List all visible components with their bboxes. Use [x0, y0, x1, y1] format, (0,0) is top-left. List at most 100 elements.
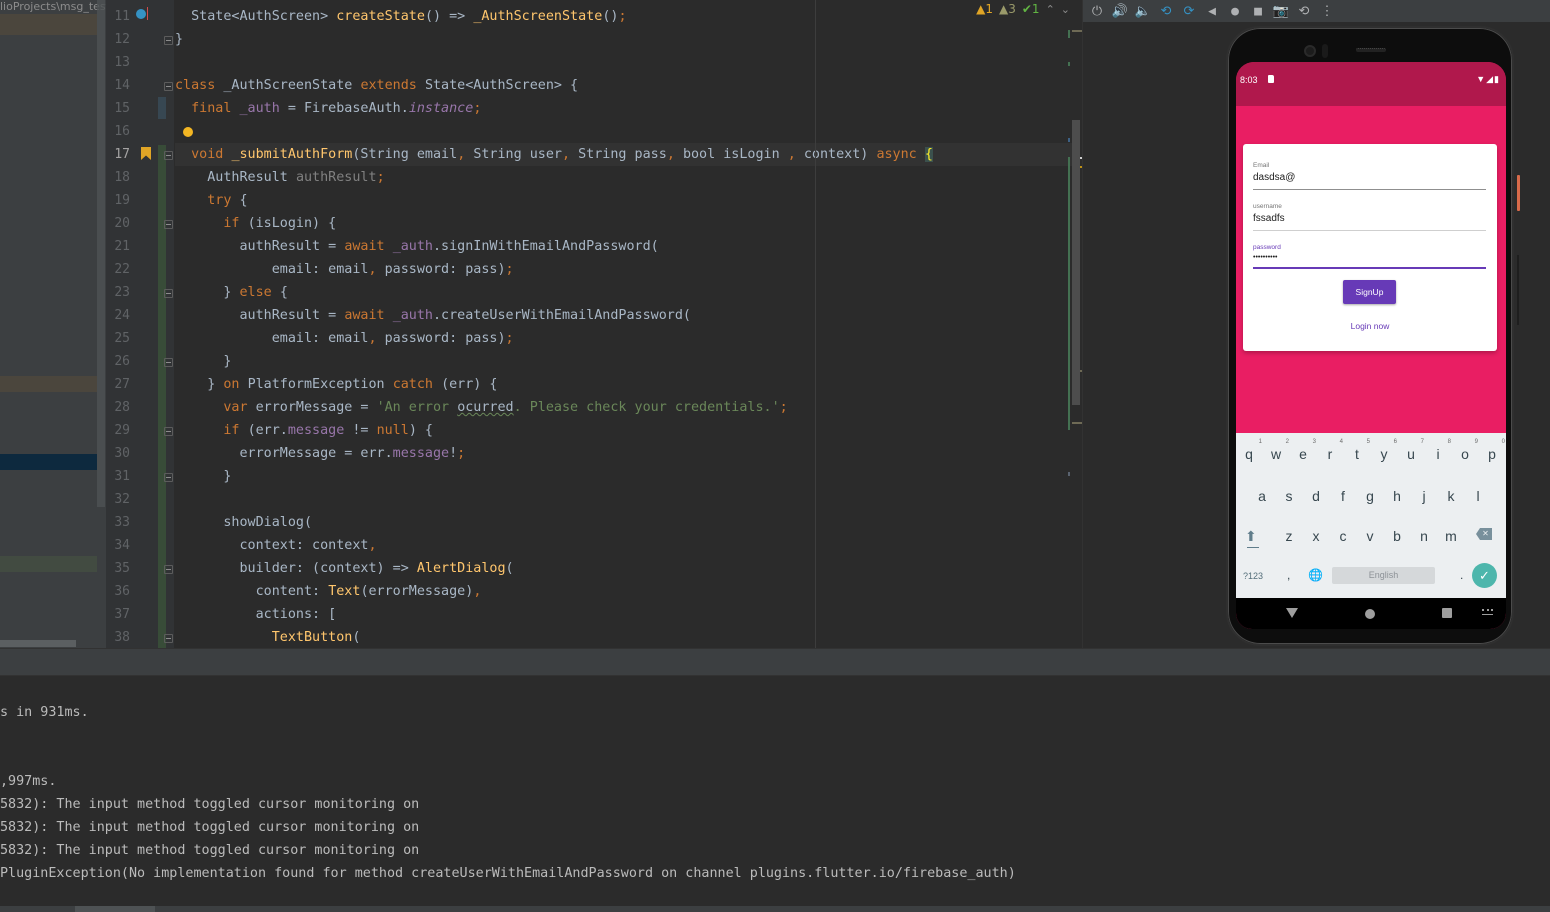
error-count[interactable]: ▲1: [976, 2, 993, 16]
code-line[interactable]: State<AuthScreen> createState() => _Auth…: [175, 5, 1075, 28]
project-panel-scrollbar[interactable]: [97, 0, 105, 507]
fold-toggle[interactable]: [164, 473, 173, 482]
snapshot-icon[interactable]: ⟲: [1296, 3, 1312, 19]
fold-toggle[interactable]: [164, 358, 173, 367]
key-e[interactable]: e3: [1293, 439, 1316, 462]
code-line[interactable]: }: [175, 28, 1075, 51]
key-b[interactable]: b: [1387, 528, 1407, 544]
comma-key[interactable]: ,: [1287, 568, 1290, 582]
space-key[interactable]: English: [1332, 567, 1435, 584]
code-line[interactable]: authResult = await _auth.createUserWithE…: [175, 304, 1075, 327]
code-line[interactable]: void _submitAuthForm(String email, Strin…: [175, 143, 1075, 166]
code-line[interactable]: if (isLogin) {: [175, 212, 1075, 235]
key-r[interactable]: r4: [1320, 439, 1343, 462]
key-p[interactable]: p0: [1482, 439, 1505, 462]
code-editor[interactable]: 11 12 13 14 15 16 17 18 19 20 21 22 23 24 25 26 27 28 29 30…: [106, 0, 1082, 648]
key-w[interactable]: w2: [1266, 439, 1289, 462]
phone-power-button[interactable]: [1517, 175, 1520, 211]
key-f[interactable]: f: [1333, 488, 1353, 504]
code-line[interactable]: try {: [175, 189, 1075, 212]
tree-row-selected[interactable]: [0, 454, 97, 470]
username-value[interactable]: fssadfs: [1253, 213, 1486, 224]
key-a[interactable]: a: [1252, 488, 1272, 504]
fold-toggle[interactable]: [164, 565, 173, 574]
code-line[interactable]: }: [175, 465, 1075, 488]
fold-toggle[interactable]: [164, 427, 173, 436]
fold-toggle[interactable]: [164, 289, 173, 298]
key-h[interactable]: h: [1387, 488, 1407, 504]
previous-highlight-icon[interactable]: ⌃: [1046, 3, 1055, 16]
next-highlight-icon[interactable]: ⌄: [1061, 3, 1070, 16]
fold-toggle[interactable]: [164, 220, 173, 229]
rotate-right-icon[interactable]: ⟳: [1181, 3, 1197, 19]
code-line[interactable]: final _auth = FirebaseAuth.instance;: [175, 97, 1075, 120]
key-j[interactable]: j: [1414, 488, 1434, 504]
volume-down-icon[interactable]: 🔈: [1135, 3, 1151, 19]
email-value[interactable]: dasdsa@: [1253, 172, 1486, 183]
code-line[interactable]: [175, 120, 1075, 143]
key-m[interactable]: m: [1441, 528, 1461, 544]
code-line[interactable]: var errorMessage = 'An error ocurred. Pl…: [175, 396, 1075, 419]
key-g[interactable]: g: [1360, 488, 1380, 504]
phone-screen[interactable]: 8:03 ▼◢▮ Email dasdsa@ username fssadfs …: [1236, 62, 1506, 629]
code-area[interactable]: State<AuthScreen> createState() => _Auth…: [175, 0, 1075, 648]
key-i[interactable]: i8: [1428, 439, 1451, 462]
typo-count[interactable]: ✔1: [1022, 2, 1040, 16]
code-line[interactable]: actions: [: [175, 603, 1075, 626]
nav-back-icon[interactable]: [1286, 608, 1298, 618]
phone-volume-button[interactable]: [1517, 255, 1519, 325]
project-panel-hscrollbar[interactable]: [0, 640, 76, 647]
inspection-widget[interactable]: ▲1 ▲3 ✔1 ⌃ ⌄: [976, 2, 1070, 16]
fold-toggle[interactable]: [164, 151, 173, 160]
code-line[interactable]: authResult = await _auth.signInWithEmail…: [175, 235, 1075, 258]
keyboard-switch-icon[interactable]: [1482, 609, 1493, 615]
login-now-link[interactable]: Login now: [1243, 321, 1497, 331]
username-field[interactable]: username fssadfs: [1253, 203, 1486, 231]
enter-key[interactable]: ✓: [1472, 563, 1497, 588]
key-q[interactable]: q1: [1239, 439, 1262, 462]
code-line[interactable]: } else {: [175, 281, 1075, 304]
nav-recents-icon[interactable]: [1442, 608, 1452, 618]
key-c[interactable]: c: [1333, 528, 1353, 544]
more-icon[interactable]: ⋮: [1319, 3, 1335, 19]
rotate-left-icon[interactable]: ⟲: [1158, 3, 1174, 19]
code-line[interactable]: class _AuthScreenState extends State<Aut…: [175, 74, 1075, 97]
bookmark-icon[interactable]: [141, 147, 151, 160]
key-z[interactable]: z: [1279, 528, 1299, 544]
tree-row-highlight[interactable]: [0, 556, 97, 572]
warning-count[interactable]: ▲3: [999, 2, 1016, 16]
key-x[interactable]: x: [1306, 528, 1326, 544]
backspace-key[interactable]: ✕: [1476, 528, 1492, 540]
signup-button[interactable]: SignUp: [1343, 280, 1396, 304]
key-d[interactable]: d: [1306, 488, 1326, 504]
tree-row-highlight[interactable]: [0, 14, 97, 35]
code-line[interactable]: showDialog(: [175, 511, 1075, 534]
key-n[interactable]: n: [1414, 528, 1434, 544]
key-v[interactable]: v: [1360, 528, 1380, 544]
code-line[interactable]: [175, 51, 1075, 74]
code-line[interactable]: content: Text(errorMessage),: [175, 580, 1075, 603]
password-field[interactable]: password ••••••••••: [1253, 244, 1486, 269]
code-line[interactable]: TextButton(: [175, 626, 1075, 648]
period-key[interactable]: .: [1460, 568, 1463, 582]
power-icon[interactable]: ⏻: [1089, 3, 1105, 19]
key-l[interactable]: l: [1468, 488, 1488, 504]
code-line[interactable]: errorMessage = err.message!;: [175, 442, 1075, 465]
code-line[interactable]: [175, 488, 1075, 511]
code-line[interactable]: email: email, password: pass);: [175, 327, 1075, 350]
tree-row-highlight[interactable]: [0, 376, 97, 392]
nav-home-icon[interactable]: [1365, 609, 1375, 619]
screenshot-icon[interactable]: 📷: [1273, 3, 1289, 19]
email-field[interactable]: Email dasdsa@: [1253, 162, 1486, 190]
back-icon[interactable]: ◀: [1204, 3, 1220, 19]
fold-toggle[interactable]: [164, 82, 173, 91]
code-line[interactable]: AuthResult authResult;: [175, 166, 1075, 189]
console-scroll-thumb[interactable]: [75, 906, 155, 912]
editor-scrollbar[interactable]: [1072, 120, 1080, 405]
home-icon[interactable]: ●: [1227, 3, 1243, 19]
key-u[interactable]: u7: [1401, 439, 1424, 462]
overview-icon[interactable]: ■: [1250, 3, 1266, 19]
volume-up-icon[interactable]: 🔊: [1112, 3, 1128, 19]
fold-toggle[interactable]: [164, 36, 173, 45]
code-line[interactable]: }: [175, 350, 1075, 373]
